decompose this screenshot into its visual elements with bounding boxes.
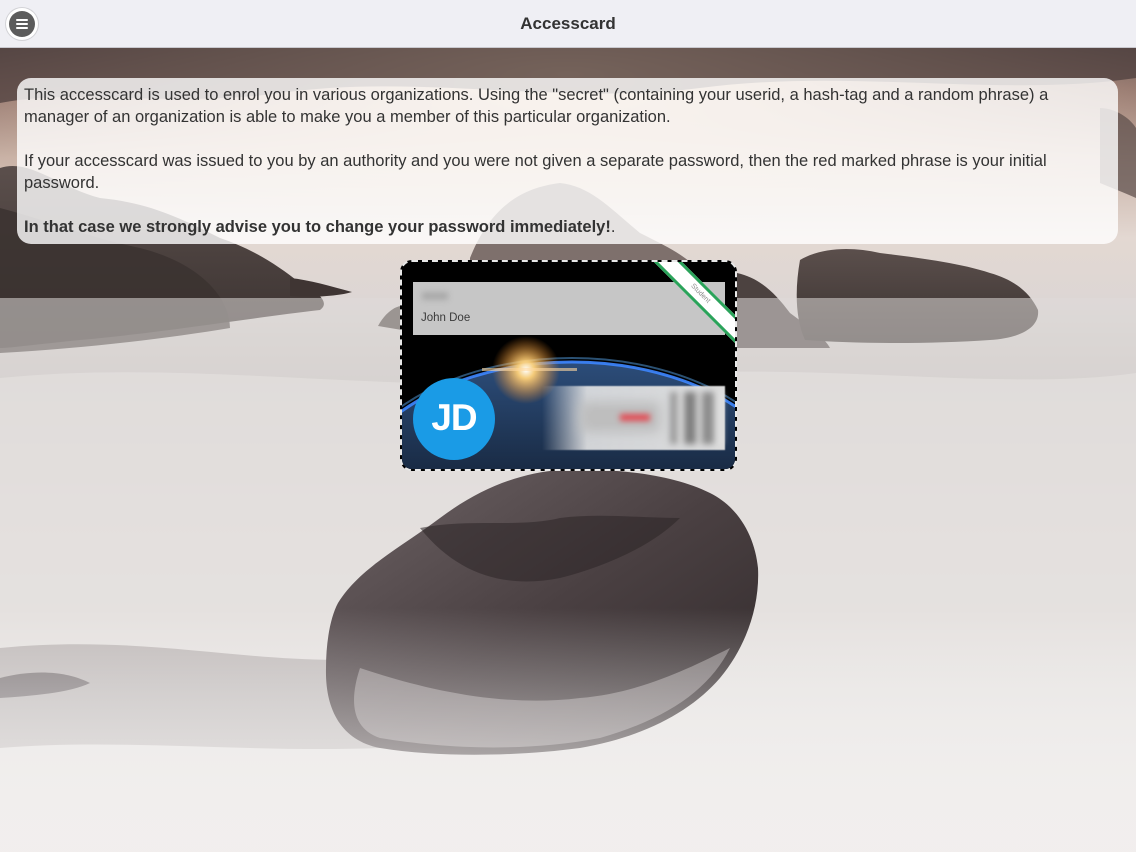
info-paragraph-enrol: This accesscard is used to enrol you in … [24, 86, 1049, 126]
warning-punctuation: . [610, 218, 616, 236]
info-warning: In that case we strongly advise you to c… [24, 216, 1110, 238]
top-bar: Accesscard [0, 0, 1136, 48]
blurred-role-text [422, 292, 448, 300]
info-panel: This accesscard is used to enrol you in … [17, 78, 1118, 244]
info-paragraph-password: If your accesscard was issued to you by … [24, 152, 1047, 192]
accesscard-screen: Accesscard This accesscard is used to en… [0, 0, 1136, 852]
warning-text: In that case we strongly advise you to c… [24, 218, 611, 236]
card-secret[interactable] [542, 386, 725, 450]
qr-code-icon [670, 392, 722, 444]
red-password-phrase [620, 414, 650, 421]
page-title: Accesscard [520, 14, 616, 33]
card-holder-name: John Doe [421, 312, 471, 324]
avatar: JD [413, 378, 495, 460]
access-card[interactable]: John Doe Student JD [400, 260, 737, 471]
card-name-band: John Doe [413, 282, 725, 335]
